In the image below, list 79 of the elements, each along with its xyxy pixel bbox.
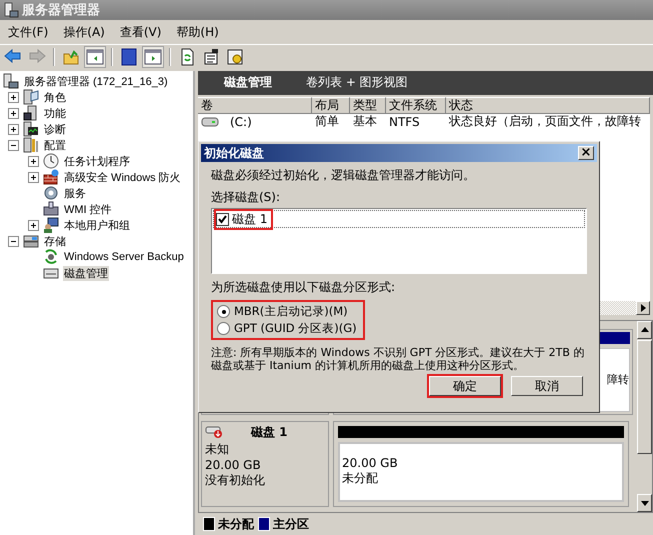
down-arrow-icon[interactable] — [640, 500, 648, 506]
tree-item[interactable]: 诊断 — [43, 122, 67, 136]
disk-type: 未知 — [205, 440, 230, 458]
clock-icon — [43, 153, 59, 169]
right-arrow-icon[interactable] — [640, 304, 646, 312]
tree-item[interactable]: Windows Server Backup — [63, 251, 185, 263]
disk-list[interactable]: 磁盘 1 — [211, 208, 587, 274]
server-icon — [3, 2, 19, 18]
view-label: 卷列表 + 图形视图 — [306, 74, 408, 92]
radio-button[interactable] — [217, 305, 230, 318]
radio-label[interactable]: GPT (GUID 分区表)(G) — [234, 321, 357, 336]
field-label: 选择磁盘(S): — [211, 189, 280, 206]
tree-item[interactable]: 存储 — [43, 234, 67, 248]
column-header[interactable]: 类型 — [350, 96, 386, 114]
disk-status: 没有初始化 — [205, 472, 266, 489]
menu-item[interactable]: 查看(V) — [116, 24, 172, 40]
pane-icon[interactable] — [85, 47, 105, 67]
field-label: 为所选磁盘使用以下磁盘分区形式: — [211, 279, 396, 296]
partition-label: 障转 — [607, 372, 629, 388]
users-icon — [43, 217, 59, 233]
brick-wall-icon — [43, 169, 59, 185]
dialog-message: 磁盘必须经过初始化，逻辑磁盘管理器才能访问。 — [211, 167, 475, 184]
ok-button[interactable]: 确定 — [429, 376, 501, 396]
expand-icon[interactable] — [8, 92, 19, 102]
tree-item[interactable]: 服务器管理器 (172_21_16_3) — [23, 74, 169, 88]
pane-title: 磁盘管理 — [224, 74, 272, 92]
legend-label: 主分区 — [273, 516, 309, 533]
table-cell-text: 简单 — [314, 113, 340, 130]
tree-item[interactable]: 高级安全 Windows 防火 — [63, 170, 182, 184]
column-header[interactable]: 状态 — [446, 96, 650, 114]
legend-label: 未分配 — [218, 516, 254, 533]
list-item[interactable]: 磁盘 1 — [232, 210, 268, 228]
check-icon — [217, 214, 228, 224]
disk-size: 20.00 GB — [205, 458, 262, 472]
close-button[interactable]: × — [578, 146, 594, 160]
menu-item[interactable]: 帮助(H) — [172, 24, 230, 40]
disk-name: 磁盘 1 — [251, 424, 288, 441]
tree-item[interactable]: 配置 — [43, 138, 67, 152]
radio-button[interactable] — [217, 322, 230, 335]
scrollbar[interactable] — [637, 320, 652, 512]
tree-item[interactable]: WMI 控件 — [63, 202, 113, 216]
drive-icon — [23, 233, 39, 249]
tree-item[interactable]: 本地用户和组 — [63, 218, 131, 232]
cancel-button[interactable]: 取消 — [511, 376, 583, 396]
expand-icon[interactable] — [28, 156, 39, 166]
tree-item[interactable]: 服务 — [63, 186, 87, 200]
table-cell-text: NTFS — [388, 114, 421, 129]
menu-item[interactable]: 操作(A) — [59, 24, 116, 40]
radio-label[interactable]: MBR(主启动记录)(M) — [234, 304, 348, 319]
expand-icon[interactable] — [8, 108, 19, 118]
table-cell-text: (C:) — [229, 114, 252, 129]
note-text: 注意: 所有早期版本的 Windows 不识别 GPT 分区形式。建议在大于 2TB 的磁盘或基于 Itanium 的计算机所用的磁盘上使用这种分区形式。 — [211, 346, 586, 372]
disk-error-icon — [205, 425, 223, 440]
drive-icon — [201, 116, 219, 127]
tree-item[interactable]: 角色 — [43, 90, 67, 104]
table-cell-text: 基本 — [352, 113, 378, 130]
column-header[interactable]: 卷 — [198, 96, 312, 114]
table-cell-text: 状态良好（启动，页面文件，故障转 — [448, 113, 642, 130]
collapse-icon[interactable] — [8, 236, 19, 246]
tree-item[interactable]: 功能 — [43, 106, 67, 120]
expand-icon[interactable] — [28, 172, 39, 182]
partition-label: 未分配 — [342, 470, 379, 488]
dialog-title: 初始化磁盘 — [204, 144, 264, 162]
column-header[interactable]: 布局 — [312, 96, 350, 114]
up-arrow-icon[interactable] — [640, 327, 648, 332]
column-header[interactable]: 文件系统 — [386, 96, 446, 114]
recycle-icon — [43, 249, 59, 265]
partition-size: 20.00 GB — [342, 456, 399, 470]
checkbox[interactable] — [216, 212, 229, 226]
pane-icon[interactable] — [143, 47, 163, 67]
tree-item[interactable]: 磁盘管理 — [63, 266, 109, 280]
window-title: 服务器管理器 — [22, 2, 100, 19]
tree-item[interactable]: 任务计划程序 — [63, 154, 131, 168]
expand-icon[interactable] — [8, 124, 19, 134]
monitor-icon — [23, 121, 39, 137]
server-icon — [3, 73, 19, 89]
expand-icon[interactable] — [28, 220, 39, 230]
menu-item[interactable]: 文件(F) — [4, 24, 60, 40]
collapse-icon[interactable] — [8, 140, 19, 150]
